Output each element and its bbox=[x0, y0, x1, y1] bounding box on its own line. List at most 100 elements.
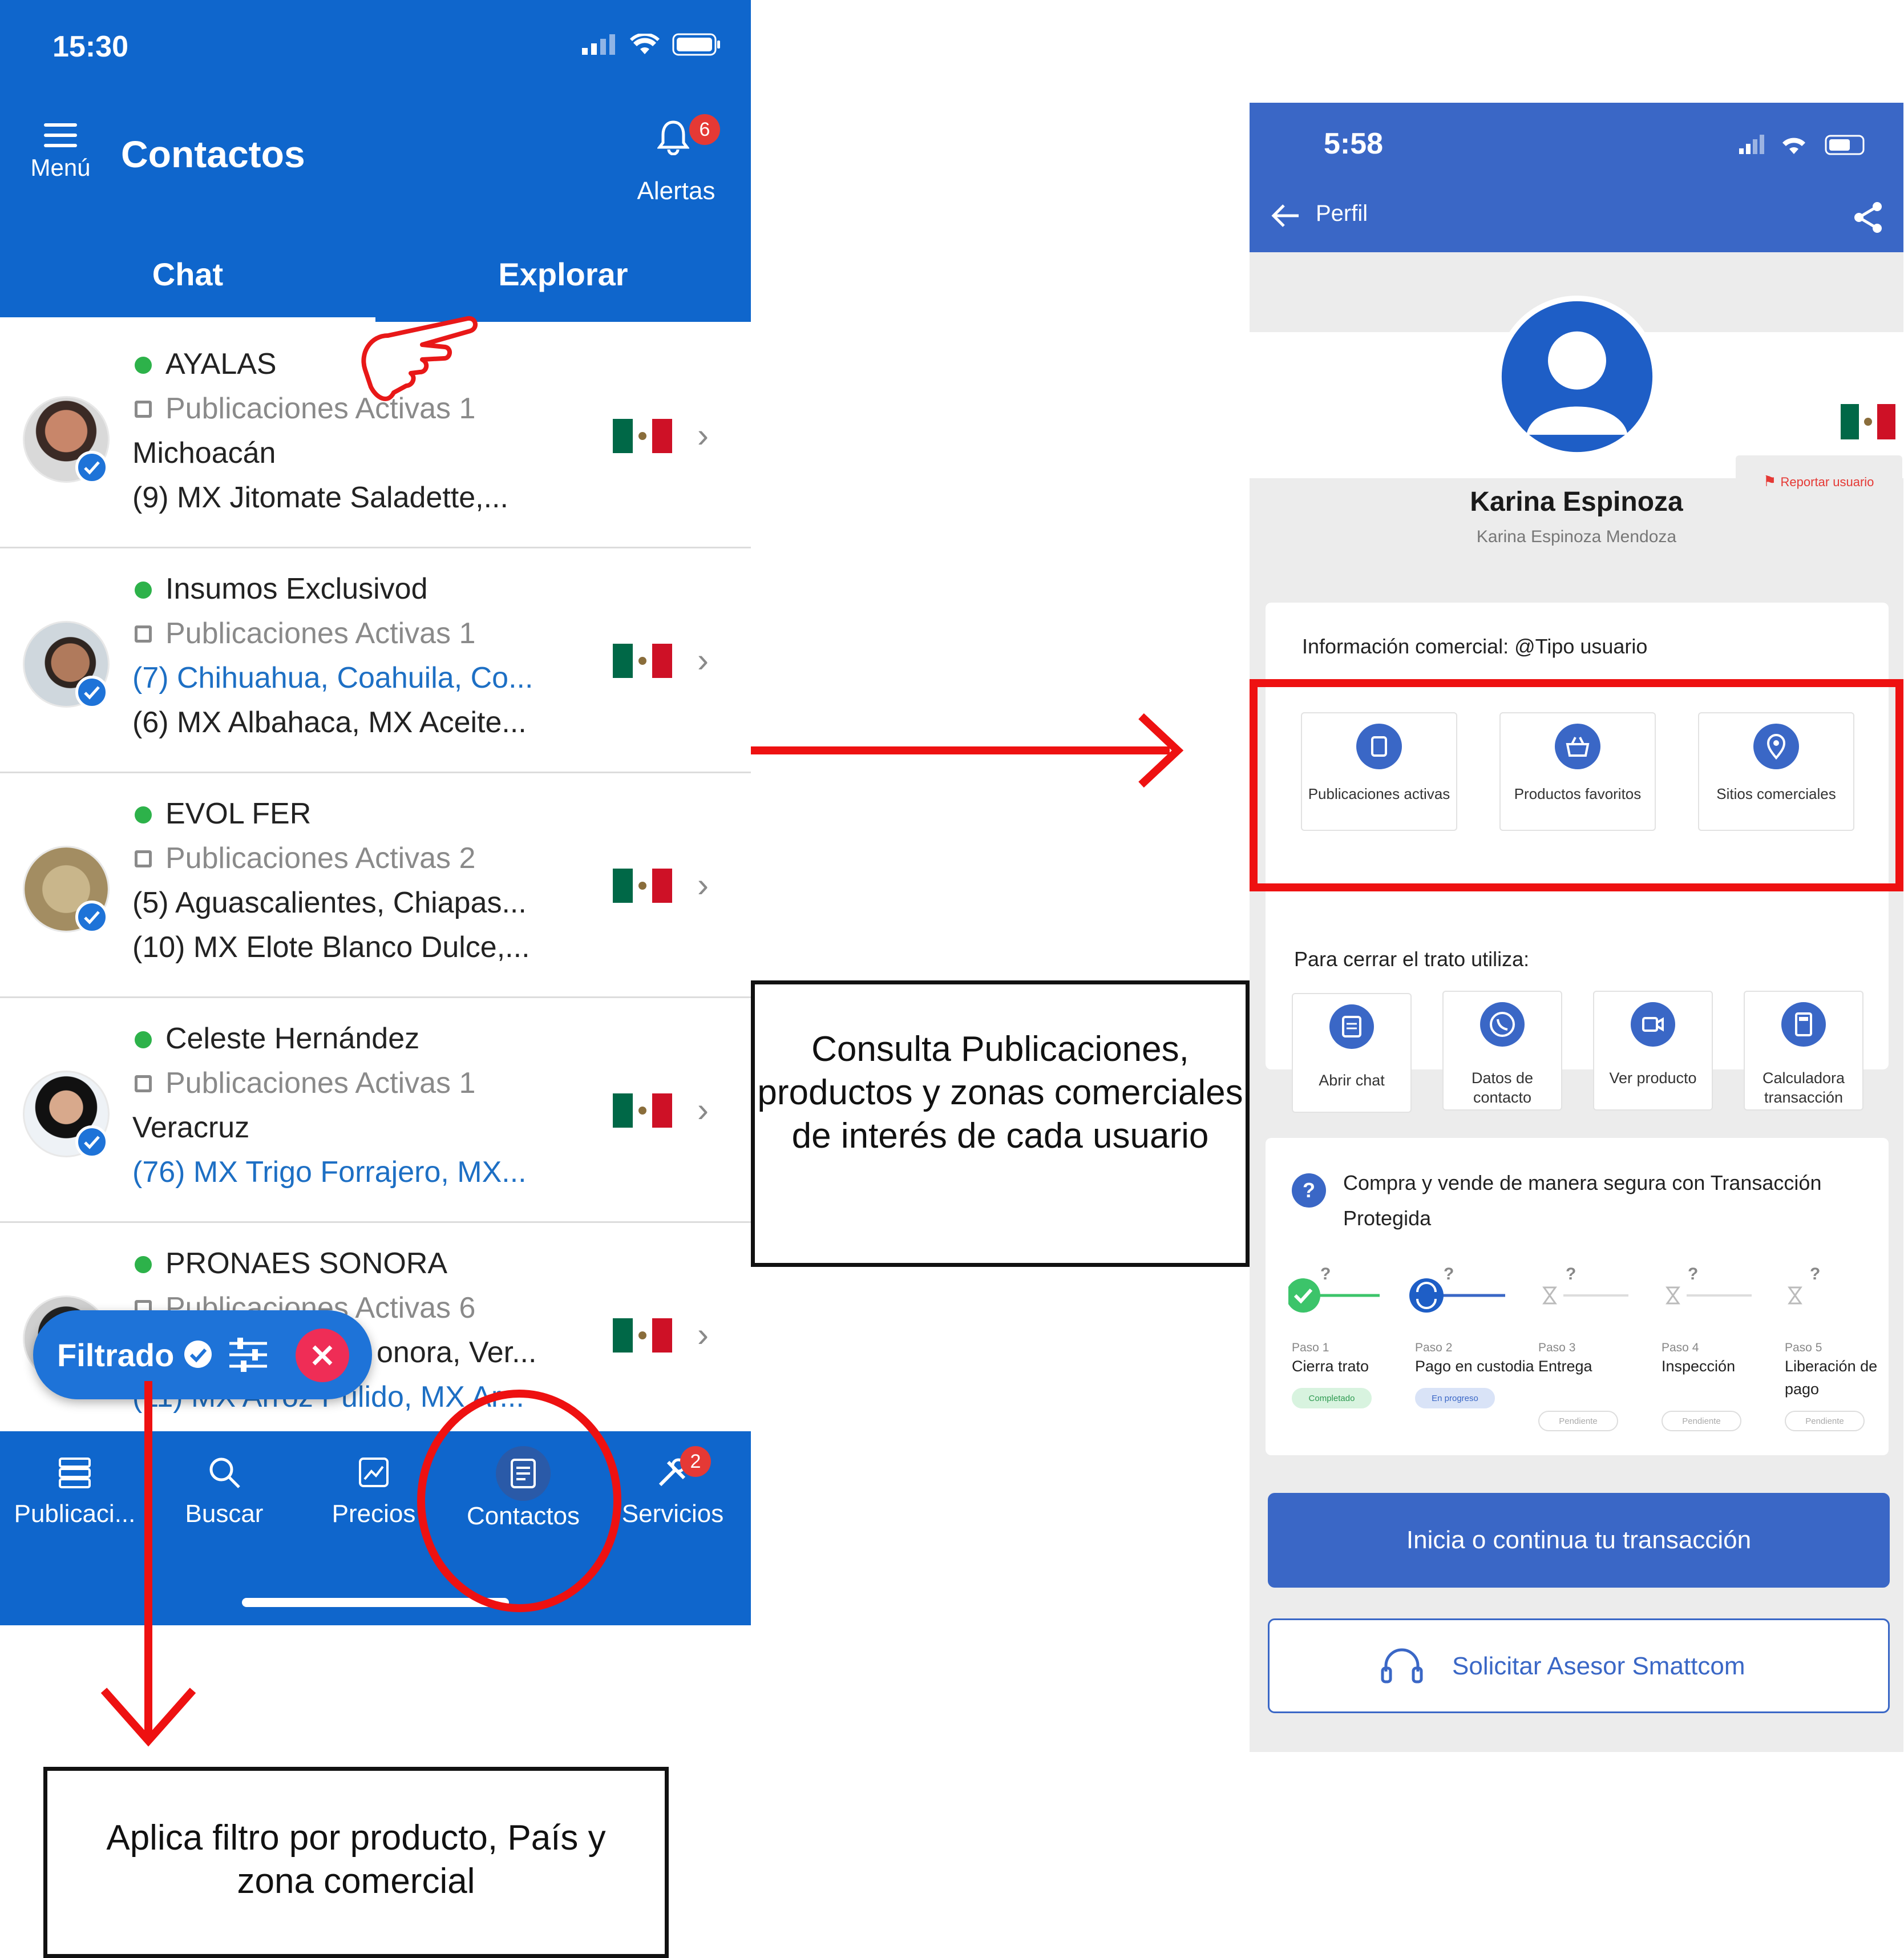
tile-label: Calculadora transacción bbox=[1762, 1069, 1845, 1106]
svg-text:?: ? bbox=[1566, 1267, 1576, 1283]
contact-row[interactable]: Celeste Hernández Publicaciones Activas … bbox=[0, 999, 751, 1223]
close-deal-title: Para cerrar el trato utiliza: bbox=[1294, 947, 1530, 971]
contact-products: (10) MX Elote Blanco Dulce,... bbox=[132, 931, 530, 964]
contact-region: (5) Aguascalientes, Chiapas... bbox=[132, 886, 527, 919]
step-1: Paso 1 Cierra trato Completado bbox=[1292, 1341, 1412, 1408]
mexico-flag-icon bbox=[613, 1093, 672, 1128]
publications-icon bbox=[59, 1458, 91, 1488]
mexico-flag-icon bbox=[1841, 404, 1895, 439]
menu-button[interactable]: Menú bbox=[26, 123, 95, 192]
highlight-commercial-box bbox=[1250, 679, 1903, 891]
battery-icon bbox=[672, 33, 720, 56]
verified-icon bbox=[75, 901, 108, 934]
chat-icon bbox=[1329, 1004, 1374, 1049]
status-time: 5:58 bbox=[1324, 127, 1384, 160]
steps-row: Paso 1 Cierra trato Completado Paso 2 Pago … bbox=[1292, 1341, 1897, 1444]
back-arrow-icon[interactable] bbox=[1270, 203, 1300, 228]
contact-region: onora, Ver... bbox=[377, 1336, 537, 1369]
wifi-icon bbox=[630, 34, 660, 54]
profile-name: Karina Espinoza bbox=[1470, 487, 1683, 517]
alerts-button[interactable]: 6 Alertas bbox=[622, 114, 730, 205]
contact-publications: Publicaciones Activas 2 bbox=[165, 842, 476, 875]
status-icons bbox=[1739, 135, 1865, 155]
menu-label: Menú bbox=[30, 154, 91, 181]
tile-label: Datos de contacto bbox=[1471, 1069, 1534, 1106]
contact-products: (9) MX Jitomate Saladette,... bbox=[132, 481, 508, 514]
contact-row[interactable]: Insumos Exclusivod Publicaciones Activas… bbox=[0, 549, 751, 773]
arrow-down bbox=[100, 1381, 196, 1747]
close-icon bbox=[312, 1345, 333, 1366]
chevron-right-icon: › bbox=[697, 1315, 709, 1354]
tile-calculadora[interactable]: Calculadora transacción bbox=[1744, 991, 1863, 1111]
step-5: Paso 5 Liberación de pago Pendiente bbox=[1785, 1341, 1887, 1431]
calculator-icon bbox=[1781, 1002, 1826, 1047]
note-commercial-info: Consulta Publicaciones, productos y zona… bbox=[751, 980, 1250, 1267]
contact-name: EVOL FER bbox=[165, 797, 312, 830]
app-header: 15:30 Menú Contactos 6 Alertas Chat Expl… bbox=[0, 0, 751, 322]
contact-region: (7) Chihuahua, Coahuila, Co... bbox=[132, 661, 533, 695]
publications-icon bbox=[135, 1075, 152, 1092]
contact-products: (76) MX Trigo Forrajero, MX... bbox=[132, 1156, 527, 1189]
commercial-info-title: Información comercial: @Tipo usuario bbox=[1302, 635, 1648, 658]
help-icon[interactable]: ? bbox=[1291, 1172, 1327, 1209]
profile-fullname: Karina Espinoza Mendoza bbox=[1476, 527, 1677, 546]
hamburger-icon bbox=[44, 123, 77, 147]
bell-icon bbox=[657, 120, 689, 155]
contact-products: (6) MX Albahaca, MX Aceite... bbox=[132, 706, 527, 739]
filter-label: Filtrado bbox=[57, 1337, 175, 1373]
tile-abrir-chat[interactable]: Abrir chat bbox=[1292, 993, 1412, 1113]
contact-region: Veracruz bbox=[132, 1111, 250, 1144]
contact-region: Michoacán bbox=[132, 437, 276, 470]
chevron-right-icon: › bbox=[697, 866, 709, 904]
contact-name: AYALAS bbox=[165, 348, 277, 381]
contact-publications: Publicaciones Activas 1 bbox=[165, 617, 476, 650]
mexico-flag-icon bbox=[613, 869, 672, 903]
search-icon bbox=[209, 1458, 240, 1488]
tab-explorar[interactable]: Explorar bbox=[375, 256, 751, 293]
alerts-label: Alertas bbox=[637, 177, 715, 205]
profile-screen: 5:58 Perfil ⚑ Reportar usuario Karina Es… bbox=[1250, 103, 1903, 1752]
svg-text:?: ? bbox=[1810, 1267, 1820, 1283]
check-circle-icon bbox=[184, 1341, 212, 1368]
back-label: Perfil bbox=[1316, 201, 1368, 226]
profile-avatar bbox=[1496, 296, 1658, 458]
tile-datos-contacto[interactable]: Datos de contacto bbox=[1442, 991, 1562, 1111]
online-indicator bbox=[135, 1031, 152, 1048]
contact-row[interactable]: EVOL FER Publicaciones Activas 2 (5) Agu… bbox=[0, 774, 751, 998]
active-tab-indicator bbox=[0, 317, 375, 322]
chevron-right-icon: › bbox=[697, 1091, 709, 1129]
mexico-flag-icon bbox=[613, 419, 672, 453]
svg-text:?: ? bbox=[1303, 1178, 1315, 1202]
signal-icon bbox=[582, 34, 615, 55]
request-advisor-button[interactable]: Solicitar Asesor Smattcom bbox=[1268, 1618, 1890, 1713]
publications-icon bbox=[135, 401, 152, 418]
alerts-badge: 6 bbox=[689, 114, 720, 145]
verified-icon bbox=[75, 1125, 108, 1158]
tile-ver-producto[interactable]: Ver producto bbox=[1593, 991, 1713, 1111]
arrow-right bbox=[751, 713, 1184, 788]
prices-icon bbox=[359, 1458, 389, 1487]
svg-text:?: ? bbox=[1688, 1267, 1698, 1283]
headset-icon bbox=[1381, 1648, 1423, 1684]
protected-title: Compra y vende de manera segura con Tran… bbox=[1343, 1171, 1822, 1230]
publications-icon bbox=[135, 850, 152, 867]
start-transaction-button[interactable]: Inicia o continua tu transacción bbox=[1268, 1493, 1890, 1588]
request-advisor-label: Solicitar Asesor Smattcom bbox=[1452, 1652, 1745, 1680]
page-title: Contactos bbox=[121, 133, 305, 175]
step-2: Paso 2 Pago en custodia En progreso bbox=[1415, 1341, 1535, 1408]
tab-chat[interactable]: Chat bbox=[0, 256, 375, 293]
online-indicator bbox=[135, 806, 152, 823]
publications-icon bbox=[135, 625, 152, 643]
online-indicator bbox=[135, 582, 152, 599]
contact-publications: Publicaciones Activas 1 bbox=[165, 1067, 476, 1100]
verified-icon bbox=[75, 676, 108, 709]
chevron-right-icon: › bbox=[697, 416, 709, 454]
status-time: 15:30 bbox=[52, 30, 128, 63]
status-icons bbox=[582, 33, 721, 56]
contact-name: PRONAES SONORA bbox=[165, 1247, 448, 1280]
share-icon[interactable] bbox=[1852, 201, 1884, 234]
clear-filter-button[interactable] bbox=[296, 1329, 349, 1382]
steps-progress: ????? bbox=[1288, 1267, 1820, 1313]
svg-text:?: ? bbox=[1320, 1267, 1331, 1283]
svg-text:?: ? bbox=[1444, 1267, 1454, 1283]
